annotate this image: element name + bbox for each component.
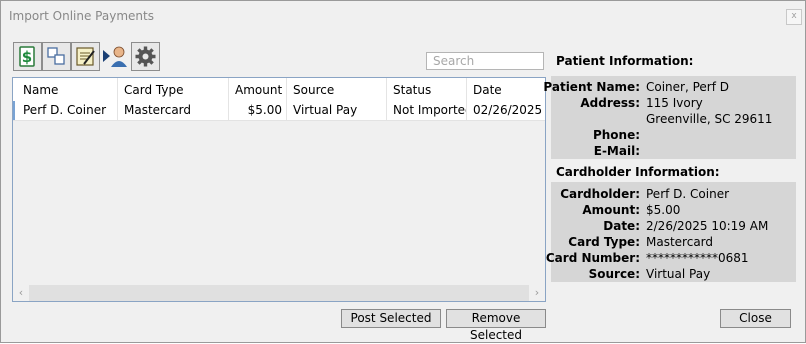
grid-header: Name Card Type Amount Source Status Date	[13, 78, 545, 102]
card-type-value: Mastercard	[646, 235, 714, 249]
scroll-right-icon[interactable]: ›	[529, 285, 545, 301]
patient-name-value: Coiner, Perf D	[646, 80, 730, 94]
amount-label: Amount:	[582, 203, 640, 217]
window-title: Import Online Payments	[9, 9, 154, 23]
cardholder-value: Perf D. Coiner	[646, 187, 730, 201]
date-label: Date:	[603, 219, 640, 233]
assign-user-icon[interactable]	[100, 42, 127, 69]
close-button[interactable]: Close	[720, 309, 791, 328]
column-header-card-type[interactable]: Card Type	[118, 78, 229, 101]
card-number-label: Card Number:	[545, 251, 640, 265]
phone-label: Phone:	[592, 128, 640, 142]
scrollbar-track[interactable]	[29, 285, 529, 301]
search-input[interactable]	[426, 52, 544, 70]
edit-notes-icon[interactable]	[71, 42, 100, 71]
cell-source: Virtual Pay	[287, 101, 387, 120]
scroll-left-icon[interactable]: ‹	[13, 285, 29, 301]
column-header-name[interactable]: Name	[17, 78, 118, 101]
column-header-status[interactable]: Status	[387, 78, 467, 101]
cell-date: 02/26/2025	[473, 103, 543, 117]
patient-info-heading: Patient Information:	[556, 54, 694, 68]
cell-card-type: Mastercard	[118, 101, 229, 120]
settings-gear-icon[interactable]	[131, 42, 160, 71]
source-label: Source:	[588, 267, 640, 281]
column-header-source[interactable]: Source	[287, 78, 387, 101]
cell-amount: $5.00	[229, 101, 287, 120]
payment-dollar-icon[interactable]: $	[13, 42, 42, 71]
cardholder-label: Cardholder:	[560, 187, 640, 201]
date-value: 2/26/2025 10:19 AM	[646, 219, 769, 233]
address-line1-value: 115 Ivory	[646, 96, 703, 110]
cell-status: Not Imported	[387, 101, 467, 120]
cell-name: Perf D. Coiner	[17, 101, 118, 120]
table-row[interactable]: Perf D. Coiner Mastercard $5.00 Virtual …	[13, 101, 545, 121]
horizontal-scrollbar[interactable]: ‹ ›	[13, 285, 545, 301]
window-close-icon[interactable]: x	[786, 9, 802, 25]
cardholder-info-heading: Cardholder Information:	[556, 165, 720, 179]
column-header-amount[interactable]: Amount	[229, 78, 287, 101]
email-label: E-Mail:	[593, 144, 640, 158]
patient-info-panel: Patient Name: Coiner, Perf D Address: 11…	[543, 76, 796, 159]
address-label: Address:	[580, 96, 640, 110]
patient-name-label: Patient Name:	[543, 80, 640, 94]
post-selected-button[interactable]: Post Selected	[341, 309, 441, 328]
payments-grid[interactable]: Name Card Type Amount Source Status Date…	[12, 77, 546, 302]
card-number-value: ************0681	[646, 251, 749, 265]
row-selection-marker	[13, 101, 15, 120]
import-online-payments-dialog: Import Online Payments x $ Search Name C…	[0, 0, 806, 343]
cardholder-info-panel: Cardholder: Perf D. Coiner Amount: $5.00…	[546, 182, 796, 282]
source-value: Virtual Pay	[646, 267, 711, 281]
svg-text:$: $	[22, 48, 32, 66]
remove-selected-button[interactable]: Remove Selected	[446, 309, 546, 342]
column-header-date[interactable]: Date	[467, 78, 545, 101]
copy-pages-icon[interactable]	[42, 42, 71, 71]
title-bar: Import Online Payments x	[1, 1, 805, 32]
card-type-label: Card Type:	[568, 235, 640, 249]
address-line2-value: Greenville, SC 29611	[646, 112, 773, 126]
amount-value: $5.00	[646, 203, 681, 217]
